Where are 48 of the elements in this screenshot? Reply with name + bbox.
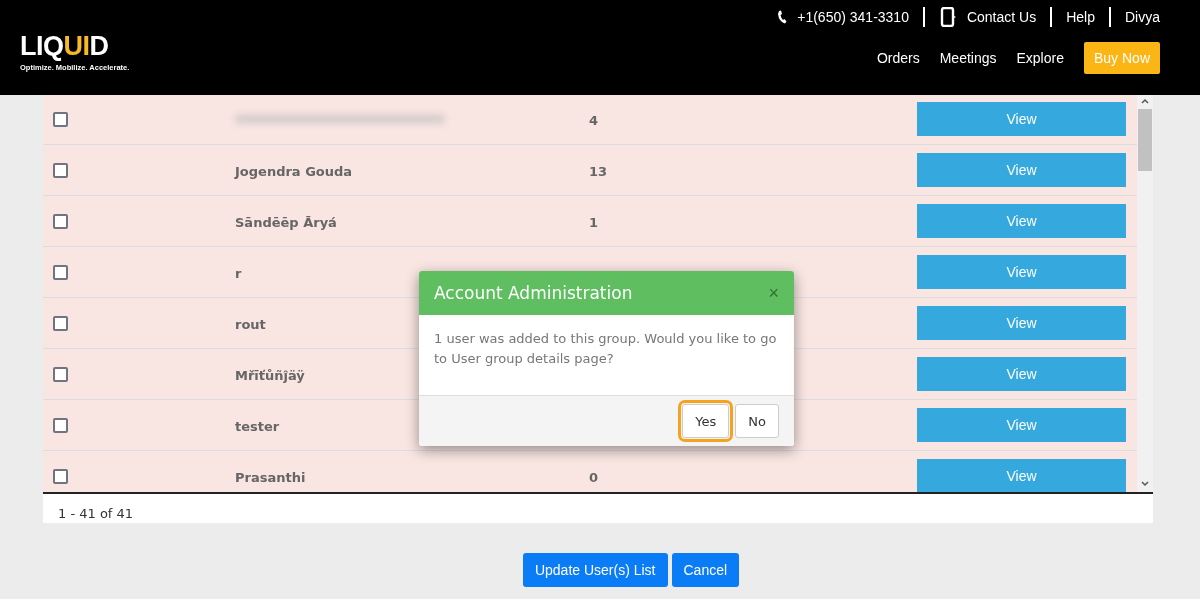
- user-name: Jogendra Gouda: [235, 163, 353, 179]
- view-button[interactable]: View: [917, 357, 1126, 391]
- top-link[interactable]: Divya: [1125, 9, 1160, 25]
- user-name: Mřīťůñĵäÿ: [235, 367, 305, 383]
- view-button[interactable]: View: [917, 306, 1126, 340]
- scroll-up-icon[interactable]: [1140, 97, 1150, 105]
- row-checkbox[interactable]: [53, 162, 68, 178]
- cancel-button[interactable]: Cancel: [671, 553, 740, 587]
- row-checkbox[interactable]: [53, 315, 68, 331]
- scrollbar[interactable]: [1137, 95, 1153, 492]
- no-button[interactable]: No: [735, 404, 779, 438]
- update-list-button[interactable]: Update User(s) List: [522, 553, 668, 587]
- top-link[interactable]: Help: [1066, 9, 1095, 25]
- row-checkbox[interactable]: [53, 417, 68, 433]
- scrollbar-thumb[interactable]: [1138, 109, 1152, 171]
- row-checkbox[interactable]: [53, 111, 68, 127]
- nav-link[interactable]: Orders: [876, 50, 920, 66]
- user-count: 4: [589, 112, 599, 128]
- user-name: rout: [235, 316, 266, 332]
- mobile-phone-icon: [938, 7, 957, 27]
- row-checkbox[interactable]: [53, 213, 68, 229]
- view-button[interactable]: View: [917, 255, 1126, 289]
- dialog-title: Account Administration: [434, 283, 633, 303]
- row-checkbox[interactable]: [53, 264, 68, 280]
- user-name: Prasanthi: [235, 469, 306, 485]
- nav-link[interactable]: Meetings: [939, 50, 997, 66]
- close-button[interactable]: ×: [768, 282, 779, 304]
- user-count: 1: [589, 214, 599, 230]
- view-button[interactable]: View: [917, 153, 1126, 187]
- user-name: Sāndēēp Āryá: [235, 214, 337, 230]
- user-name: r: [235, 265, 242, 281]
- user-count: 0: [589, 469, 599, 485]
- row-checkbox[interactable]: [53, 468, 68, 484]
- row-checkbox[interactable]: [53, 366, 68, 382]
- nav-link[interactable]: Explore: [1016, 50, 1064, 66]
- dialog-message: 1 user was added to this group. Would you like to go to User group details page?: [434, 330, 778, 368]
- logo-wordmark: LIQUID: [20, 33, 110, 60]
- phone-number: +1(650) 341-3310: [797, 9, 909, 25]
- view-button[interactable]: View: [917, 459, 1126, 492]
- view-button[interactable]: View: [917, 408, 1126, 442]
- user-count: 13: [589, 163, 608, 179]
- top-link[interactable]: Contact Us: [966, 9, 1037, 25]
- phone-icon: [777, 10, 788, 24]
- view-button[interactable]: View: [917, 102, 1126, 136]
- user-name: tester: [235, 418, 280, 434]
- view-button[interactable]: View: [917, 204, 1126, 238]
- pagination-info: 1 - 41 of 41: [58, 506, 134, 521]
- scroll-down-icon[interactable]: [1140, 480, 1150, 488]
